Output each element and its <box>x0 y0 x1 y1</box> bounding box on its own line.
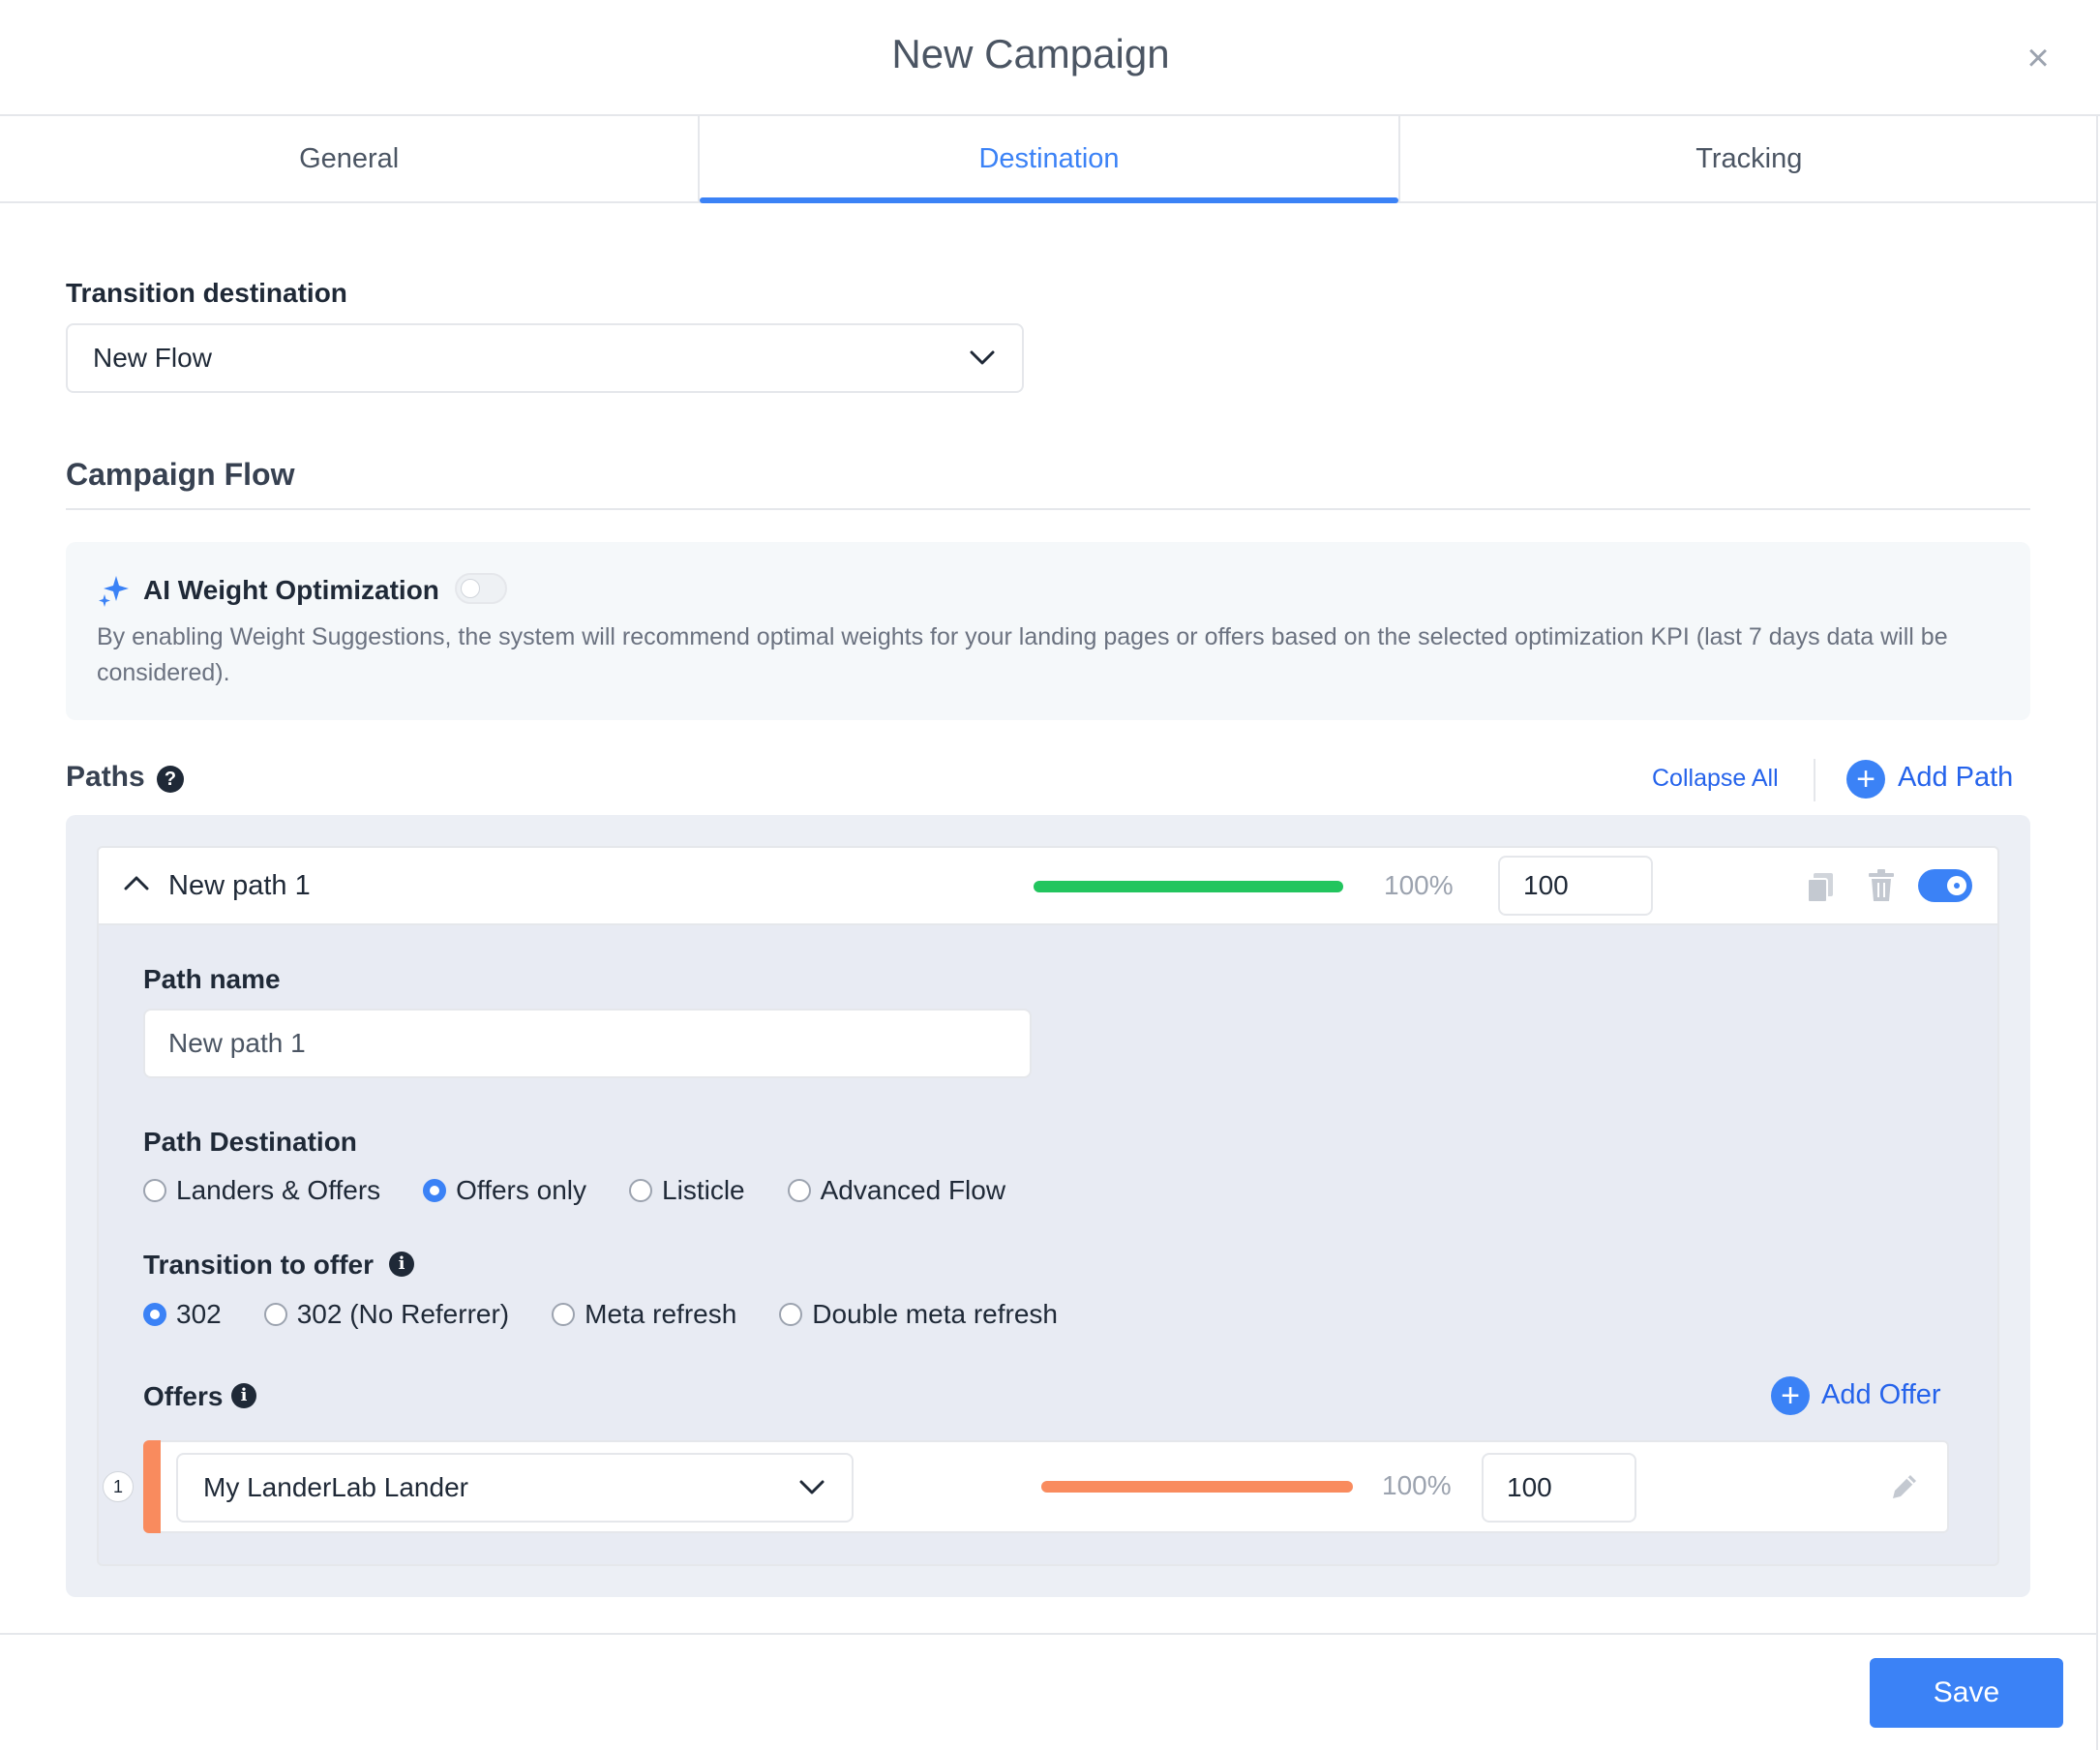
section-divider <box>66 508 2030 510</box>
offer-index-badge: 1 <box>103 1471 134 1502</box>
ai-weight-description: By enabling Weight Suggestions, the syst… <box>97 623 1948 686</box>
path-name-label: Path name <box>143 964 281 994</box>
save-button[interactable]: Save <box>1870 1658 2063 1728</box>
paths-title: Paths <box>66 761 145 793</box>
radio-label: Advanced Flow <box>820 1175 1006 1205</box>
info-icon[interactable]: i <box>389 1252 414 1277</box>
radio-label: Meta refresh <box>585 1299 737 1329</box>
offer-weight-bar <box>1041 1481 1353 1493</box>
radio-dot <box>552 1303 576 1326</box>
sparkle-icon <box>99 576 129 607</box>
radio-dot <box>779 1303 803 1326</box>
header-divider <box>1814 759 1815 801</box>
trash-icon[interactable] <box>1867 869 1896 902</box>
radio-302-no-referrer[interactable]: 302 (No Referrer) <box>263 1299 510 1330</box>
transition-destination-value: New Flow <box>93 343 212 373</box>
tab-tracking[interactable]: Tracking <box>1397 116 2098 201</box>
path-title: New path 1 <box>168 870 311 901</box>
radio-label: Landers & Offers <box>176 1175 381 1205</box>
add-path-plus-icon[interactable]: + <box>1846 760 1885 799</box>
radio-dot <box>787 1179 811 1202</box>
close-icon[interactable]: × <box>2019 39 2057 77</box>
footer-divider <box>0 1633 2098 1635</box>
transition-to-offer-label: Transition to offer <box>143 1250 374 1280</box>
offer-select[interactable]: My LanderLab Lander <box>176 1453 854 1523</box>
add-offer-button[interactable]: Add Offer <box>1821 1379 1941 1411</box>
modal-title: New Campaign <box>891 31 1170 76</box>
radio-dot-selected <box>423 1179 447 1202</box>
transition-options: 302 302 (No Referrer) Meta refresh Doubl… <box>143 1299 1058 1330</box>
path-destination-options: Landers & Offers Offers only Listicle Ad… <box>143 1175 1005 1206</box>
path-weight-percent: 100% <box>1384 870 1454 900</box>
radio-label: Offers only <box>456 1175 587 1205</box>
help-icon[interactable]: ? <box>157 766 184 793</box>
tab-general[interactable]: General <box>0 116 698 201</box>
radio-advanced-flow[interactable]: Advanced Flow <box>787 1175 1006 1206</box>
chevron-down-icon <box>799 1480 825 1494</box>
offer-select-value: My LanderLab Lander <box>203 1472 468 1502</box>
modal-scroll-edge <box>2096 114 2098 1750</box>
add-path-button[interactable]: Add Path <box>1898 762 2013 794</box>
radio-landers-offers[interactable]: Landers & Offers <box>143 1175 380 1206</box>
add-offer-plus-icon[interactable]: + <box>1771 1376 1810 1415</box>
radio-dot <box>143 1179 166 1202</box>
path-name-input[interactable]: New path 1 <box>143 1009 1032 1078</box>
radio-dot <box>263 1303 287 1326</box>
modal-header: New Campaign × <box>0 0 2100 116</box>
transition-destination-label: Transition destination <box>66 278 347 308</box>
copy-icon[interactable] <box>1806 871 1835 904</box>
path-enabled-toggle[interactable] <box>1918 869 1972 902</box>
offer-weight-input[interactable]: 100 <box>1482 1453 1636 1523</box>
offer-color-accent <box>143 1440 161 1533</box>
tab-bar: General Destination Tracking <box>0 116 2098 203</box>
info-icon[interactable]: i <box>231 1383 256 1408</box>
campaign-flow-title: Campaign Flow <box>66 457 295 492</box>
ai-weight-title: AI Weight Optimization <box>143 575 439 605</box>
radio-dot <box>629 1179 653 1202</box>
path-destination-label: Path Destination <box>143 1127 357 1157</box>
radio-label: Listicle <box>662 1175 745 1205</box>
path-weight-bar <box>1034 881 1343 892</box>
radio-double-meta-refresh[interactable]: Double meta refresh <box>779 1299 1058 1330</box>
path-weight-input[interactable]: 100 <box>1498 856 1653 916</box>
tab-destination[interactable]: Destination <box>698 116 1398 203</box>
radio-label: 302 (No Referrer) <box>296 1299 510 1329</box>
ai-weight-toggle[interactable] <box>455 573 507 604</box>
ai-weight-panel: AI Weight Optimization By enabling Weigh… <box>66 542 2030 720</box>
chevron-down-icon <box>970 350 995 365</box>
radio-302[interactable]: 302 <box>143 1299 222 1330</box>
offer-weight-percent: 100% <box>1382 1470 1452 1500</box>
chevron-up-icon[interactable] <box>124 875 149 890</box>
radio-listicle[interactable]: Listicle <box>629 1175 745 1206</box>
offers-label: Offers <box>143 1381 224 1411</box>
transition-destination-select[interactable]: New Flow <box>66 323 1024 393</box>
collapse-all-link[interactable]: Collapse All <box>1652 765 1779 793</box>
edit-pencil-icon[interactable] <box>1889 1471 1920 1502</box>
radio-label: 302 <box>176 1299 222 1329</box>
radio-label: Double meta refresh <box>812 1299 1058 1329</box>
radio-meta-refresh[interactable]: Meta refresh <box>552 1299 736 1330</box>
radio-offers-only[interactable]: Offers only <box>423 1175 586 1206</box>
radio-dot-selected <box>143 1303 166 1326</box>
